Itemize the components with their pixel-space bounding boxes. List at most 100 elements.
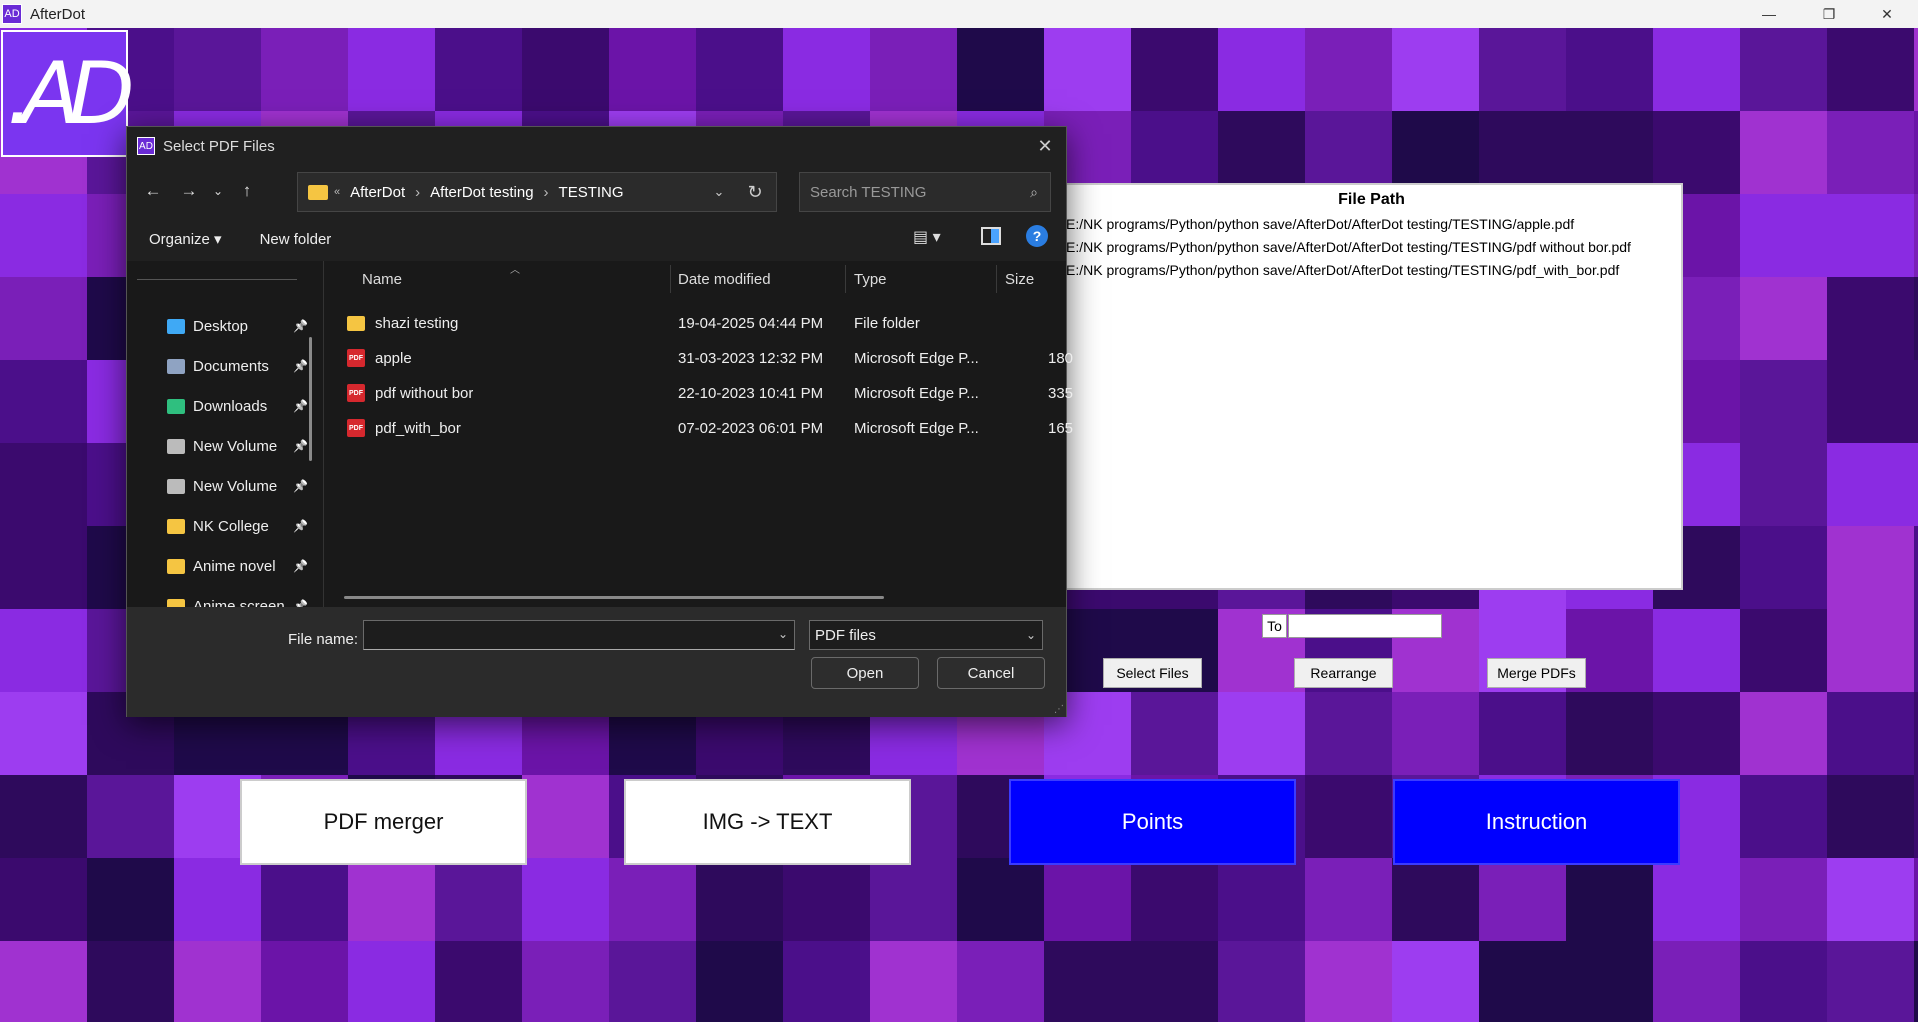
background-tile bbox=[0, 692, 87, 775]
background-tile bbox=[1392, 941, 1479, 1022]
folder-icon bbox=[167, 518, 185, 534]
nav-item-label: Desktop bbox=[193, 317, 249, 335]
column-header-name[interactable]: Name bbox=[362, 261, 402, 297]
background-tile bbox=[1305, 111, 1392, 194]
navigation-pane: Desktop 📌 Documents 📌 Downloads 📌 New Volume 📌 N… bbox=[127, 261, 317, 607]
file-row[interactable]: PDF pdf_with_bor 07-02-2023 06:01 PM Micros… bbox=[324, 411, 1073, 446]
column-divider[interactable] bbox=[670, 265, 671, 293]
background-tile bbox=[87, 941, 174, 1022]
nav-item[interactable]: Documents 📌 bbox=[167, 352, 317, 380]
merge-pdfs-button[interactable]: Merge PDFs bbox=[1487, 658, 1586, 688]
back-arrow-icon[interactable]: ← bbox=[135, 176, 171, 206]
breadcrumb-item[interactable]: AfterDot bbox=[350, 184, 405, 201]
file-row[interactable]: PDF apple 31-03-2023 12:32 PM Microsoft Edg… bbox=[324, 341, 1073, 376]
minimize-button[interactable]: — bbox=[1746, 0, 1792, 28]
background-tile bbox=[1131, 111, 1218, 194]
to-input[interactable] bbox=[1288, 614, 1442, 638]
background-tile bbox=[1305, 941, 1392, 1022]
refresh-icon[interactable]: ↻ bbox=[735, 172, 775, 212]
background-tile bbox=[1740, 360, 1827, 443]
nav-item-label: Downloads bbox=[193, 397, 268, 415]
file-date: 19-04-2025 04:44 PM bbox=[678, 315, 824, 332]
column-header-date[interactable]: Date modified bbox=[678, 261, 771, 297]
background-tile bbox=[0, 858, 87, 941]
file-type-select[interactable]: PDF files ⌄ bbox=[809, 620, 1043, 650]
cancel-button[interactable]: Cancel bbox=[937, 657, 1045, 689]
column-divider[interactable] bbox=[845, 265, 846, 293]
up-arrow-icon[interactable]: ↑ bbox=[229, 176, 265, 206]
rearrange-button[interactable]: Rearrange bbox=[1294, 658, 1393, 688]
dialog-body: Desktop 📌 Documents 📌 Downloads 📌 New Volume 📌 N… bbox=[127, 261, 1073, 607]
file-row[interactable]: shazi testing 19-04-2025 04:44 PM File fol… bbox=[324, 306, 1066, 341]
column-header-type[interactable]: Type bbox=[854, 261, 887, 297]
resize-grip-icon[interactable]: ⋰ bbox=[1054, 704, 1064, 715]
file-type: Microsoft Edge P... bbox=[854, 420, 979, 437]
pdf-merger-button[interactable]: PDF merger bbox=[240, 779, 527, 865]
forward-arrow-icon[interactable]: → bbox=[171, 176, 207, 206]
background-tile bbox=[435, 941, 522, 1022]
app-titlebar: AD AfterDot — ❐ ✕ bbox=[0, 0, 1918, 28]
nav-item[interactable]: New Volume 📌 bbox=[167, 432, 317, 460]
background-tile bbox=[696, 28, 783, 111]
new-folder-button[interactable]: New folder bbox=[260, 231, 332, 248]
nav-item[interactable]: New Volume 📌 bbox=[167, 472, 317, 500]
background-tile bbox=[1914, 526, 1918, 609]
nav-scrollbar[interactable] bbox=[309, 337, 312, 461]
nav-item[interactable]: Desktop 📌 bbox=[167, 312, 317, 340]
background-tile bbox=[1218, 111, 1305, 194]
open-button[interactable]: Open bbox=[811, 657, 919, 689]
background-tile bbox=[1740, 609, 1827, 692]
breadcrumb-item[interactable]: TESTING bbox=[559, 184, 624, 201]
file-name-input[interactable]: ⌄ bbox=[363, 620, 795, 650]
horizontal-scrollbar[interactable] bbox=[344, 596, 884, 599]
dialog-close-icon[interactable]: ✕ bbox=[1032, 133, 1058, 159]
address-dropdown-icon[interactable]: ⌄ bbox=[704, 172, 734, 212]
maximize-button[interactable]: ❐ bbox=[1806, 0, 1852, 28]
background-tile bbox=[1566, 692, 1653, 775]
overflow-chevron-icon[interactable]: « bbox=[334, 186, 340, 198]
background-tile bbox=[1218, 28, 1305, 111]
file-row[interactable]: PDF pdf without bor 22-10-2023 10:41 PM Mic… bbox=[324, 376, 1073, 411]
file-name-label: File name: bbox=[288, 631, 359, 648]
view-options-icon[interactable]: ▤ ▾ bbox=[913, 227, 941, 247]
help-icon[interactable]: ? bbox=[1026, 225, 1048, 247]
drive-icon bbox=[167, 438, 185, 454]
file-size: 335 bbox=[1048, 385, 1074, 402]
background-tile bbox=[1479, 111, 1566, 194]
drive-icon bbox=[167, 478, 185, 494]
points-button[interactable]: Points bbox=[1009, 779, 1296, 865]
app-logo: .AD bbox=[1, 30, 135, 157]
file-path-line: E:/NK programs/Python/python save/AfterD… bbox=[1066, 262, 1620, 278]
breadcrumb-item[interactable]: AfterDot testing bbox=[430, 184, 533, 201]
nav-item[interactable]: NK College 📌 bbox=[167, 512, 317, 540]
background-tile bbox=[870, 858, 957, 941]
preview-pane-icon[interactable] bbox=[981, 227, 1001, 245]
background-tile bbox=[1827, 194, 1914, 277]
recent-chevron-icon[interactable]: ⌄ bbox=[207, 176, 229, 206]
file-size: 165 bbox=[1048, 420, 1074, 437]
img-to-text-button[interactable]: IMG -> TEXT bbox=[624, 779, 911, 865]
background-tile bbox=[174, 28, 261, 111]
file-path-title: File Path bbox=[1338, 191, 1405, 208]
nav-item[interactable]: Downloads 📌 bbox=[167, 392, 317, 420]
background-tile bbox=[1653, 858, 1740, 941]
chevron-down-icon[interactable]: ⌄ bbox=[778, 627, 788, 641]
nav-item[interactable]: Anime novel 📌 bbox=[167, 552, 317, 580]
dialog-app-icon: AD bbox=[137, 137, 155, 155]
nav-item[interactable]: Anime screen 📌 bbox=[167, 592, 317, 607]
close-button[interactable]: ✕ bbox=[1864, 0, 1910, 28]
organize-menu[interactable]: Organize ▾ bbox=[149, 230, 222, 248]
file-path-panel: File Path E:/NK programs/Python/python s… bbox=[1060, 183, 1683, 590]
dialog-title: Select PDF Files bbox=[163, 137, 275, 155]
background-tile bbox=[609, 941, 696, 1022]
background-tile bbox=[1740, 526, 1827, 609]
column-header-size[interactable]: Size bbox=[1005, 261, 1034, 297]
background-tile bbox=[1827, 526, 1914, 609]
background-tile bbox=[1914, 775, 1918, 858]
background-tile bbox=[0, 194, 87, 277]
column-divider[interactable] bbox=[996, 265, 997, 293]
background-tile bbox=[1131, 941, 1218, 1022]
select-files-button[interactable]: Select Files bbox=[1103, 658, 1202, 688]
instruction-button[interactable]: Instruction bbox=[1393, 779, 1680, 865]
search-input[interactable]: Search TESTING ⌕ bbox=[799, 172, 1051, 212]
